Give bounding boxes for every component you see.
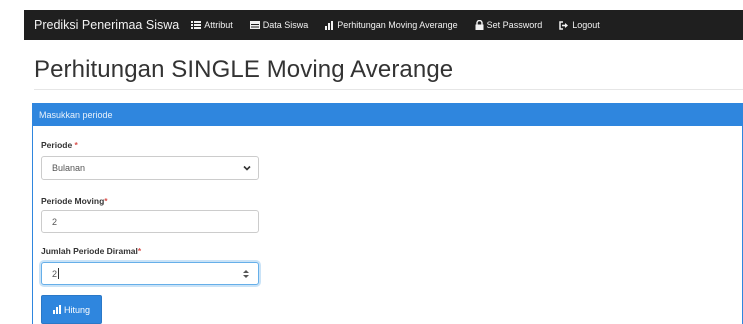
jumlah-periode-input[interactable]: 2 [41,262,259,285]
hitung-button-label: Hitung [63,304,90,315]
nav-item-label: Attribut [204,20,233,30]
periode-select-value: Bulanan [52,163,86,173]
number-stepper-icon[interactable] [243,269,249,279]
jumlah-periode-value: 2 [52,268,58,279]
table-icon [249,21,260,29]
required-marker: * [104,196,108,206]
page-title: Perhitungan SINGLE Moving Averange [34,56,454,83]
nav-item-perhitungan[interactable]: Perhitungan Moving Averange [325,20,458,30]
nav-item-label: Logout [572,20,600,30]
list-icon [191,21,202,29]
nav-item-set-password[interactable]: Set Password [475,20,543,30]
periode-moving-label: Periode Moving* [41,196,108,206]
periode-label: Periode * [41,140,78,150]
periode-moving-input[interactable]: 2 [41,210,259,233]
bar-chart-icon [52,305,61,314]
nav-item-label: Data Siswa [262,20,309,30]
periode-panel: Masukkan periode Periode * Bulanan Perio… [32,103,743,324]
required-marker: * [74,140,78,150]
text-caret [58,268,60,279]
top-navbar: Prediksi Penerimaa Siswa Attribut Data S… [24,10,743,40]
title-divider [34,89,743,90]
lock-icon [475,20,484,30]
jumlah-periode-label: Jumlah Periode Diramal* [41,246,142,256]
nav-item-label: Perhitungan Moving Averange [337,20,458,30]
nav-item-attribut[interactable]: Attribut [191,20,233,30]
periode-moving-value: 2 [52,216,58,227]
periode-select[interactable]: Bulanan [41,156,259,180]
chevron-down-icon [243,165,251,171]
required-marker: * [137,246,142,256]
nav-item-label: Set Password [486,20,543,30]
nav-item-data-siswa[interactable]: Data Siswa [249,20,309,30]
nav-item-logout[interactable]: Logout [559,20,600,30]
hitung-button[interactable]: Hitung [41,295,102,324]
logout-icon [559,20,569,30]
brand-link[interactable]: Prediksi Penerimaa Siswa [34,18,179,32]
bar-chart-icon [325,20,334,30]
panel-heading: Masukkan periode [33,104,742,126]
